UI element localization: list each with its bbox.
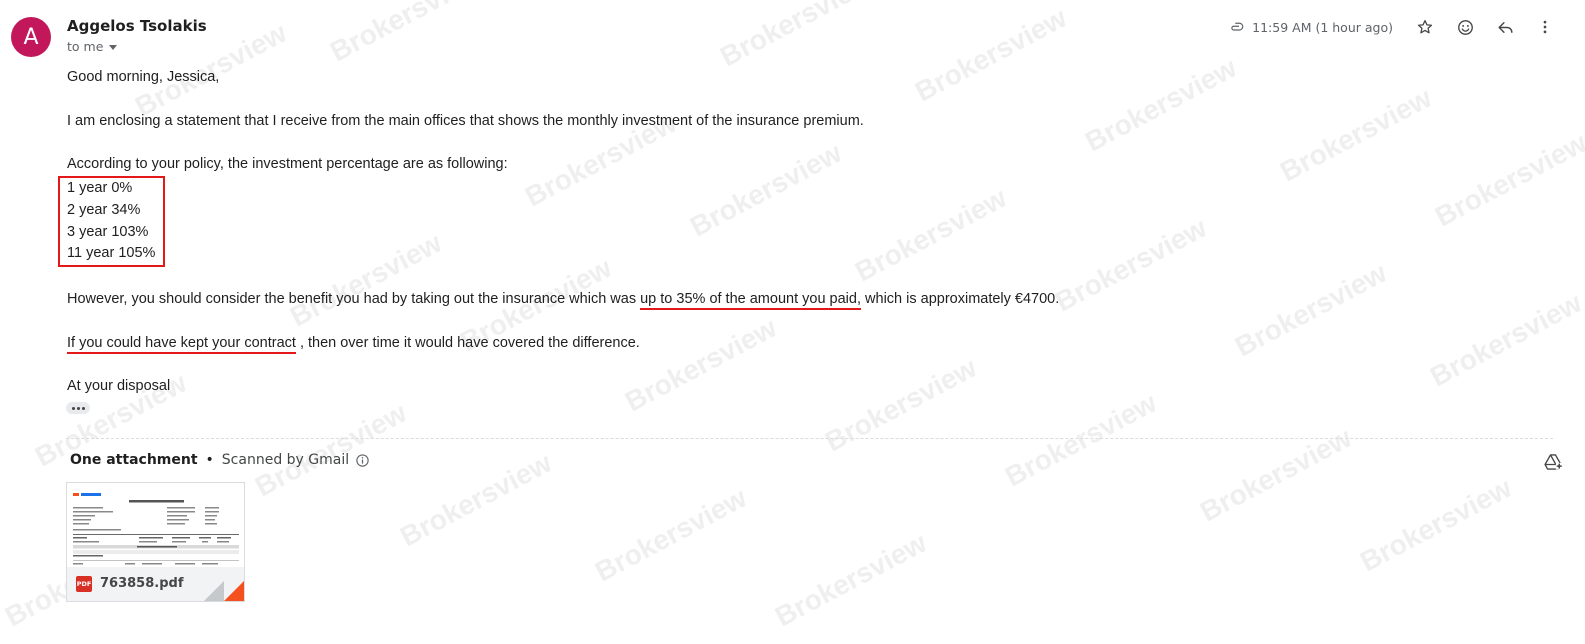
list-item: 2 year 34% [67,201,141,218]
watermark: Brokersview [395,446,557,553]
add-to-drive-icon[interactable] [1542,451,1564,473]
text-segment: However, you should consider the benefit… [67,290,637,307]
star-icon[interactable] [1405,16,1445,38]
underlined-text: up to 35% of the amount you paid, [640,290,861,310]
pdf-icon: PDF [76,576,92,592]
show-trimmed-content-button[interactable] [66,402,90,414]
attachment-filename: 763858.pdf [100,576,184,591]
paragraph: However, you should consider the benefit… [67,289,1467,311]
recipient-label: to me [67,39,104,54]
paperclip-icon [1227,18,1245,36]
avatar[interactable]: A [11,17,51,57]
document-thumbnail [67,483,244,567]
chevron-down-icon[interactable] [109,45,118,50]
greeting: Good morning, Jessica, [67,69,220,85]
message-body: Good morning, Jessica, I am enclosing a … [58,67,1467,398]
more-vert-icon[interactable] [1525,16,1565,38]
info-icon[interactable] [355,453,370,468]
attachment-footer: PDF 763858.pdf [67,567,244,601]
text-segment: , then over time it would have covered t… [299,334,640,351]
sender-name[interactable]: Aggelos Tsolakis [67,17,207,35]
watermark: Brokersview [590,481,752,588]
text-segment: which is approximately €4700. [865,290,1060,307]
timestamp: 11:59 AM (1 hour ago) [1252,19,1393,35]
page-fold-shadow [204,581,224,601]
paragraph: If you could have kept your contract , t… [67,333,1467,355]
reply-icon[interactable] [1485,16,1525,38]
message-actions: 11:59 AM (1 hour ago) [1227,16,1565,38]
list-item: 3 year 103% [67,223,149,240]
page-fold-icon [224,581,244,601]
paragraph: I am enclosing a statement that I receiv… [67,112,864,129]
underlined-text: If you could have kept your contract [67,334,296,354]
watermark: Brokersview [325,0,487,68]
watermark: Brokersview [715,0,877,73]
watermark: Brokersview [770,526,932,633]
watermark: Brokersview [250,396,412,503]
highlighted-percentage-list: 1 year 0% 2 year 34% 3 year 103% 11 year… [58,175,166,268]
list-item: 1 year 0% [67,179,133,196]
divider [66,438,1553,439]
closing: At your disposal [67,378,171,395]
scanned-label: Scanned by Gmail [221,452,350,468]
list-item: 11 year 105% [67,245,156,262]
separator-dot: • [205,452,214,468]
watermark: Brokersview [1355,471,1517,578]
watermark: Brokersview [1000,386,1162,493]
attachment-card[interactable]: PDF 763858.pdf [66,482,245,602]
attachment-count: One attachment [70,452,198,468]
paragraph: According to your policy, the investment… [67,156,508,173]
recipient-details[interactable]: to me [67,39,118,54]
emoji-icon[interactable] [1445,16,1485,38]
attachments-header: One attachment • Scanned by Gmail [70,452,370,468]
